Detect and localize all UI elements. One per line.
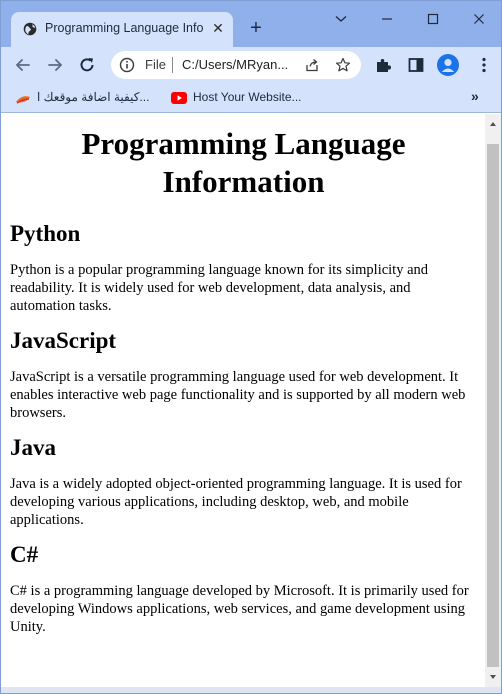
maximize-button[interactable] <box>419 7 447 31</box>
window-bottom-edge <box>1 687 501 693</box>
browser-window: Programming Language Info ✕ + File C:/Us… <box>0 0 502 694</box>
scroll-down-arrow-icon[interactable] <box>485 669 501 685</box>
browser-toolbar: File C:/Users/MRyan... <box>1 47 501 83</box>
active-tab[interactable]: Programming Language Info ✕ <box>11 12 233 47</box>
reload-icon[interactable] <box>77 55 97 75</box>
scroll-up-arrow-icon[interactable] <box>485 116 501 132</box>
section-heading-csharp: C# <box>10 542 39 567</box>
forward-icon[interactable] <box>45 55 65 75</box>
minimize-button[interactable] <box>373 7 401 31</box>
more-menu-icon[interactable] <box>475 56 493 74</box>
close-icon <box>474 14 484 24</box>
section-heading-java: Java <box>10 435 56 460</box>
bookmarks-overflow-icon[interactable]: » <box>471 88 479 104</box>
section-heading-javascript: JavaScript <box>10 328 117 353</box>
bookmarks-bar: كيفية اضافة موقعك ا... Host Your Website… <box>1 83 501 113</box>
maximize-icon <box>427 13 439 25</box>
url-text[interactable]: C:/Users/MRyan... <box>182 57 294 72</box>
section-text-csharp: C# is a programming language developed b… <box>10 583 469 635</box>
section-heading-python: Python <box>10 221 81 246</box>
url-scheme: File <box>145 57 166 72</box>
page-viewport: Programming Language Information Python … <box>1 114 485 687</box>
share-icon[interactable] <box>304 57 320 73</box>
back-icon[interactable] <box>13 55 33 75</box>
page-content: Programming Language Information Python … <box>1 125 485 636</box>
section-text-python: Python is a popular programming language… <box>10 262 429 314</box>
bookmark-label: كيفية اضافة موقعك ا... <box>37 90 150 104</box>
address-bar[interactable]: File C:/Users/MRyan... <box>111 51 361 79</box>
info-icon[interactable] <box>119 57 135 73</box>
bookmark-item-host-website[interactable]: Host Your Website... <box>167 83 317 111</box>
tab-title: Programming Language Info <box>45 21 204 35</box>
bookmark-label: Host Your Website... <box>193 90 302 104</box>
chevron-down-icon <box>335 16 347 22</box>
new-tab-icon[interactable]: + <box>245 17 267 39</box>
scrollbar-thumb[interactable] <box>487 144 499 667</box>
close-window-button[interactable] <box>465 7 493 31</box>
profile-avatar-icon[interactable] <box>437 54 459 76</box>
globe-icon <box>23 22 37 36</box>
section-text-java: Java is a widely adopted object-oriented… <box>10 476 462 528</box>
page-title: Programming Language Information <box>81 126 406 199</box>
youtube-icon <box>171 91 187 109</box>
extensions-puzzle-icon[interactable] <box>374 56 392 74</box>
bookmark-favicon <box>15 92 31 110</box>
address-divider <box>172 57 173 73</box>
section-text-javascript: JavaScript is a versatile programming la… <box>10 369 466 421</box>
side-panel-icon[interactable] <box>407 56 425 74</box>
minimize-icon <box>382 18 392 20</box>
tab-search-button[interactable] <box>327 7 355 31</box>
tab-strip: Programming Language Info ✕ + <box>1 1 501 47</box>
bookmark-star-icon[interactable] <box>335 57 351 73</box>
vertical-scrollbar[interactable] <box>485 114 501 687</box>
tab-close-icon[interactable]: ✕ <box>209 19 227 37</box>
bookmark-item-arabic[interactable]: كيفية اضافة موقعك ا... <box>9 83 157 111</box>
